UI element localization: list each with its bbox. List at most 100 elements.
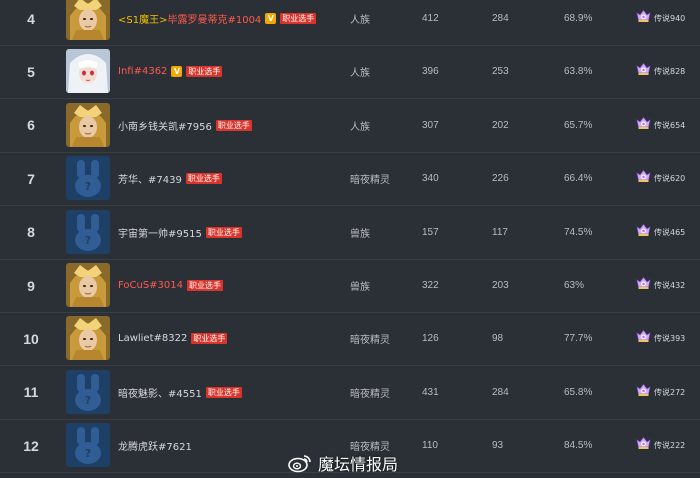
player-cell: 小南乡钱关凯#7956 职业选手 bbox=[118, 99, 252, 152]
race-cell: 人族 bbox=[350, 15, 370, 26]
games-cell: 307 bbox=[422, 119, 439, 131]
pro-player-badge: 职业选手 bbox=[205, 226, 242, 238]
games-cell: 396 bbox=[422, 66, 439, 78]
games-cell: 110 bbox=[422, 440, 438, 452]
games-cell: 431 bbox=[422, 386, 439, 398]
gold-hero-icon[interactable] bbox=[66, 263, 110, 307]
svg-text:?: ? bbox=[85, 447, 91, 460]
pro-player-badge: 职业选手 bbox=[215, 119, 252, 131]
rank-tier-label: 传说465 bbox=[654, 227, 686, 237]
race-cell: 兽族 bbox=[350, 228, 370, 240]
games-cell: 412 bbox=[422, 13, 439, 24]
rank-number: 9 bbox=[27, 277, 35, 294]
player-name[interactable]: 暗夜魅影、#4551 bbox=[118, 385, 202, 400]
wins-cell: 98 bbox=[492, 333, 504, 345]
default-rabbit-icon[interactable]: ? bbox=[66, 423, 110, 468]
watermark: 魔坛情报局 bbox=[288, 450, 398, 476]
gold-hero-icon[interactable] bbox=[66, 102, 110, 147]
player-name-text: FoCuS#3014 bbox=[118, 280, 184, 291]
rank-tier-cell: 传说222 bbox=[636, 419, 685, 472]
player-name-text: 宇宙第一帅#9515 bbox=[118, 228, 202, 240]
player-name[interactable]: Lawliet#8322 bbox=[118, 333, 187, 344]
player-name-text: 毕露罗曼蒂克#1004 bbox=[167, 15, 262, 26]
race-cell: 人族 bbox=[350, 121, 370, 133]
winrate-cell: 77.7% bbox=[564, 333, 593, 345]
table-row[interactable]: 5 Infi#4362 V 职业选手 人族 396 253 63.8% 传说828 bbox=[0, 45, 700, 100]
player-name[interactable]: Infi#4362 bbox=[118, 66, 167, 77]
gold-hero-icon[interactable] bbox=[66, 0, 110, 40]
anime-girl-icon[interactable] bbox=[66, 49, 110, 94]
verified-badge: V bbox=[171, 66, 183, 78]
race-cell: 兽族 bbox=[350, 282, 370, 293]
wins-cell: 203 bbox=[492, 280, 509, 291]
legend-rank-icon bbox=[636, 329, 651, 348]
winrate-cell: 66.4% bbox=[564, 173, 593, 185]
ladder-table: 4 <S1魔王>毕露罗曼蒂克#1004 V 职业选手 人族 412 284 68.9% 传说94… bbox=[0, 0, 700, 478]
player-cell: <S1魔王>毕露罗曼蒂克#1004 V 职业选手 bbox=[118, 0, 317, 45]
legend-rank-icon bbox=[636, 383, 651, 402]
player-name[interactable]: 小南乡钱关凯#7956 bbox=[118, 118, 212, 133]
svg-text:?: ? bbox=[85, 394, 91, 407]
race-cell: 人族 bbox=[350, 68, 370, 80]
winrate-cell: 63% bbox=[564, 280, 585, 291]
rank-tier-cell: 传说620 bbox=[636, 152, 685, 205]
rank-tier-label: 传说620 bbox=[654, 174, 686, 184]
table-row[interactable]: 7? 芳华、#7439 职业选手 暗夜精灵 340 226 66.4% 传说620 bbox=[0, 152, 700, 207]
rank-number: 7 bbox=[27, 170, 35, 187]
player-cell: 暗夜魅影、#4551 职业选手 bbox=[118, 366, 242, 419]
player-name-text: 暗夜魅影、#4551 bbox=[118, 388, 202, 400]
rank-tier-label: 传说272 bbox=[654, 387, 686, 397]
rank-tier-label: 传说940 bbox=[654, 14, 686, 23]
rank-tier-label: 传说393 bbox=[654, 334, 686, 344]
wins-cell: 202 bbox=[492, 119, 509, 131]
wins-cell: 253 bbox=[492, 66, 509, 78]
winrate-cell: 74.5% bbox=[564, 226, 593, 238]
pro-player-badge: 职业选手 bbox=[187, 280, 224, 291]
race-cell: 暗夜精灵 bbox=[350, 388, 390, 400]
rank-number: 10 bbox=[23, 330, 39, 347]
race-cell: 暗夜精灵 bbox=[350, 335, 390, 347]
clan-tag: <S1魔王> bbox=[118, 15, 168, 26]
rank-tier-label: 传说432 bbox=[654, 281, 686, 290]
rank-tier-cell: 传说940 bbox=[636, 0, 685, 45]
table-row[interactable]: 10 Lawliet#8322 职业选手 暗夜精灵 126 98 77.7% 传说393 bbox=[0, 312, 700, 367]
svg-text:?: ? bbox=[85, 234, 91, 247]
rank-tier-label: 传说654 bbox=[654, 120, 686, 130]
wins-cell: 226 bbox=[492, 173, 509, 185]
player-name-text: Lawliet#8322 bbox=[118, 333, 188, 345]
player-name[interactable]: <S1魔王>毕露罗曼蒂克#1004 bbox=[118, 11, 261, 26]
pro-player-badge: 职业选手 bbox=[191, 333, 228, 345]
winrate-cell: 84.5% bbox=[564, 440, 593, 452]
player-name-text: 小南乡钱关凯#7956 bbox=[118, 121, 212, 133]
rank-tier-cell: 传说393 bbox=[636, 312, 685, 365]
table-row[interactable]: 11? 暗夜魅影、#4551 职业选手 暗夜精灵 431 284 65.8% 传说272 bbox=[0, 366, 700, 420]
rank-number: 12 bbox=[23, 437, 39, 454]
rank-tier-label: 传说222 bbox=[654, 441, 686, 451]
weibo-icon bbox=[288, 455, 311, 473]
default-rabbit-icon[interactable]: ? bbox=[66, 209, 110, 254]
svg-text:?: ? bbox=[85, 180, 91, 193]
table-row[interactable]: 4 <S1魔王>毕露罗曼蒂克#1004 V 职业选手 人族 412 284 68.9% 传说94… bbox=[0, 0, 700, 46]
player-cell: 龙腾虎跃#7621 bbox=[118, 419, 192, 472]
games-cell: 340 bbox=[422, 173, 439, 185]
gold-hero-icon[interactable] bbox=[66, 316, 110, 361]
player-name[interactable]: 宇宙第一帅#9515 bbox=[118, 225, 202, 240]
legend-rank-icon bbox=[636, 223, 651, 242]
table-row[interactable]: 8? 宇宙第一帅#9515 职业选手 兽族 157 117 74.5% 传说465 bbox=[0, 206, 700, 260]
verified-badge: V bbox=[265, 13, 277, 24]
legend-rank-icon bbox=[636, 62, 651, 81]
rank-number: 11 bbox=[23, 384, 39, 401]
table-row[interactable]: 9 FoCuS#3014 职业选手 兽族 322 203 63% 传说432 bbox=[0, 259, 700, 313]
default-rabbit-icon[interactable]: ? bbox=[66, 369, 110, 414]
player-name[interactable]: 龙腾虎跃#7621 bbox=[118, 438, 192, 453]
winrate-cell: 68.9% bbox=[564, 13, 593, 24]
games-cell: 157 bbox=[422, 226, 439, 238]
default-rabbit-icon[interactable]: ? bbox=[66, 156, 110, 201]
legend-rank-icon bbox=[636, 169, 651, 188]
table-row[interactable]: 6 小南乡钱关凯#7956 职业选手 人族 307 202 65.7% 传说654 bbox=[0, 99, 700, 153]
player-cell: FoCuS#3014 职业选手 bbox=[118, 259, 224, 312]
player-name[interactable]: FoCuS#3014 bbox=[118, 280, 183, 291]
player-cell: 芳华、#7439 职业选手 bbox=[118, 152, 222, 205]
player-cell: Lawliet#8322 职业选手 bbox=[118, 312, 228, 365]
player-name[interactable]: 芳华、#7439 bbox=[118, 171, 182, 186]
